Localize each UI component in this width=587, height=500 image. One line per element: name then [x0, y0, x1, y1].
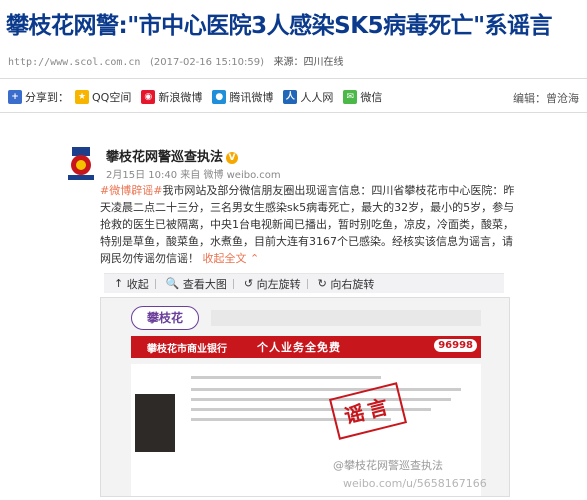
share-qzone-label: QQ空间 [92, 91, 132, 104]
divider [0, 78, 587, 79]
user-avatar-photo [135, 394, 175, 452]
renren-icon: 人 [283, 90, 298, 104]
bank-slogan: 个人业务全免费 [257, 341, 341, 354]
share-tencent-weibo[interactable]: ● 腾讯微博 [212, 89, 273, 105]
text-line [191, 388, 461, 391]
toolbar-separator [154, 278, 156, 289]
share-renren-label: 人人网 [300, 91, 334, 104]
share-qzone[interactable]: ★ QQ空间 [75, 89, 131, 105]
image-toolbar: ↑ 收起 🔍 查看大图 ↺ 向左旋转 ↻ 向右旋转 [104, 273, 504, 293]
site-logo: 攀枝花 [131, 306, 199, 330]
share-weibo-label: 新浪微博 [158, 91, 203, 104]
collapse-image-button[interactable]: ↑ 收起 [114, 276, 149, 292]
rotate-left-button[interactable]: ↺ 向左旋转 [244, 276, 301, 292]
article-meta: http://www.scol.com.cn (2017-02-16 15:10… [8, 53, 344, 68]
share-renren[interactable]: 人 人人网 [283, 89, 333, 105]
bank-banner: 攀枝花市商业银行 个人业务全免费 96998 [131, 336, 481, 358]
text-line [191, 376, 381, 379]
share-wechat[interactable]: ✉ 微信 [343, 89, 382, 105]
share-label: 分享到： [25, 91, 69, 104]
divider [0, 112, 587, 113]
wechat-icon: ✉ [343, 90, 358, 104]
police-badge-icon [62, 144, 100, 182]
hashtag-link[interactable]: #微博辟谣# [100, 184, 162, 197]
source-url[interactable]: http://www.scol.com.cn [8, 57, 140, 68]
post-time: 2月15日 10:40 来自 微博 weibo.com [106, 170, 281, 181]
post-body: 我市网站及部分微信朋友圈出现谣言信息：四川省攀枝花市中心医院：昨天凌晨二点二十三… [100, 184, 515, 265]
collapse-text-link[interactable]: 收起全文 ⌃ [203, 252, 260, 265]
tencent-weibo-icon: ● [212, 90, 227, 104]
share-wechat-label: 微信 [360, 91, 383, 104]
rotate-right-button[interactable]: ↻ 向右旋转 [318, 276, 375, 292]
collapse-image-label: 收起 [126, 277, 149, 291]
rotate-right-label: 向右旋转 [330, 277, 375, 291]
article-title: 攀枝花网警:"市中心医院3人感染SK5病毒死亡"系谣言 [6, 13, 553, 39]
post-text: #微博辟谣#我市网站及部分微信朋友圈出现谣言信息：四川省攀枝花市中心医院：昨天凌… [100, 182, 520, 267]
editor-credit: 编辑：曾沧海 [513, 92, 579, 105]
bank-name: 攀枝花市商业银行 [147, 343, 227, 355]
qzone-icon: ★ [75, 90, 89, 104]
text-line [191, 398, 451, 401]
weibo-account[interactable]: 攀枝花网警巡查执法 V [106, 146, 239, 165]
weibo-icon: ◉ [141, 90, 156, 104]
toolbar-separator [306, 278, 308, 289]
watermark-account: @攀枝花网警巡查执法 [333, 459, 443, 472]
bank-hotline: 96998 [434, 339, 477, 352]
share-weibo[interactable]: ◉ 新浪微博 [141, 89, 202, 105]
verified-badge-icon: V [226, 152, 239, 164]
post-image[interactable]: 攀枝花 攀枝花市商业银行 个人业务全免费 96998 谣言 [100, 297, 510, 497]
view-large-label: 查看大图 [182, 277, 227, 291]
watermark-url: weibo.com/u/5658167166 [343, 477, 487, 490]
view-large-button[interactable]: 🔍 查看大图 [166, 276, 227, 292]
share-tencent-weibo-label: 腾讯微博 [229, 91, 274, 104]
source-label: 来源：四川在线 [273, 57, 344, 68]
rotate-left-label: 向左旋转 [256, 277, 301, 291]
site-nav [211, 310, 481, 326]
share-bar: + 分享到： ★ QQ空间 ◉ 新浪微博 ● 腾讯微博 人 人人网 ✉ 微信 [8, 87, 392, 107]
share-plus-icon: + [8, 90, 22, 104]
weibo-account-name[interactable]: 攀枝花网警巡查执法 [106, 150, 223, 165]
toolbar-separator [232, 278, 234, 289]
publish-datetime: (2017-02-16 15:10:59) [150, 57, 265, 68]
